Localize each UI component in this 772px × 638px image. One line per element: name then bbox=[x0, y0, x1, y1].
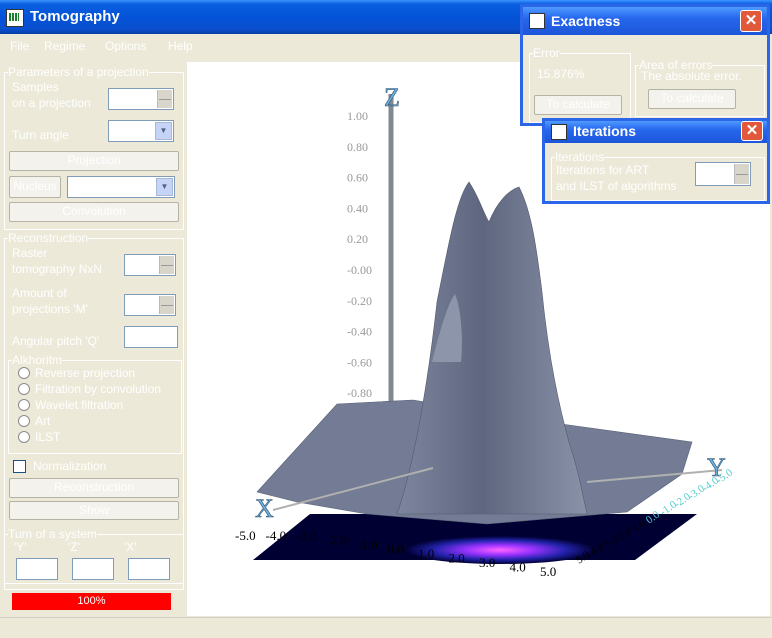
projection-legend: Parameters of a projection bbox=[8, 65, 149, 79]
menu-regime[interactable]: Regime bbox=[44, 39, 85, 53]
normalization-label: Normalization bbox=[33, 459, 107, 473]
algorithm-label: Wavelet filtration bbox=[35, 398, 124, 412]
chevron-down-icon: ▼ bbox=[156, 178, 173, 196]
menu-help[interactable]: Help bbox=[168, 39, 193, 53]
samples-label-2: on a projection bbox=[12, 96, 91, 110]
x-axis-label: X bbox=[255, 494, 274, 523]
algorithm-legend: Alkhoritm bbox=[12, 353, 63, 367]
area-errors-text: The absolute error. bbox=[641, 69, 742, 83]
tick-label: 0.20 bbox=[347, 232, 368, 246]
app-icon bbox=[551, 124, 567, 140]
turn-y-label: 'Y' bbox=[14, 540, 27, 554]
nucleus-combo[interactable]: ▼ bbox=[67, 176, 175, 198]
radio-ilst[interactable] bbox=[18, 431, 30, 443]
exactness-titlebar[interactable]: Exactness ✕ bbox=[523, 7, 767, 35]
turn-y-input[interactable] bbox=[16, 558, 58, 580]
calculate-error-button[interactable]: To calculate bbox=[534, 95, 622, 115]
show-button[interactable]: Show bbox=[9, 501, 179, 520]
tick-label: 0.0 bbox=[388, 542, 404, 557]
raster-spinner[interactable] bbox=[124, 254, 176, 276]
z-axis-label: Z bbox=[384, 83, 400, 112]
turn-angle-combo[interactable]: ▼ bbox=[108, 120, 174, 142]
iterations-titlebar[interactable]: Iterations ✕ bbox=[545, 121, 767, 143]
raster-label: Raster bbox=[12, 246, 48, 260]
iterations-legend: Iterations bbox=[555, 150, 605, 164]
turn-z-label: 'Z' bbox=[68, 540, 80, 554]
window-title: Tomography bbox=[30, 8, 120, 25]
radio-wavelet[interactable] bbox=[18, 399, 30, 411]
tick-label: 0.80 bbox=[347, 140, 368, 154]
tick-label: -0.80 bbox=[347, 386, 372, 400]
algorithm-label: Reverse projection bbox=[35, 366, 136, 380]
tick-label: 2.0 bbox=[449, 551, 465, 566]
chevron-down-icon: ▼ bbox=[155, 122, 172, 140]
tick-label: 4.0 bbox=[510, 560, 526, 575]
turn-system-legend: Turn of a system bbox=[8, 527, 97, 541]
iterations-title: Iterations bbox=[573, 123, 637, 139]
raster-label-2: tomography NxN bbox=[12, 262, 103, 276]
samples-spinner[interactable] bbox=[108, 88, 174, 110]
app-icon bbox=[529, 13, 545, 29]
tick-label: 1.00 bbox=[347, 109, 368, 123]
tick-label: 3.0 bbox=[479, 555, 495, 570]
progress-label: 100% bbox=[77, 595, 106, 607]
exactness-window: Exactness ✕ Error 15.876% To calculate A… bbox=[520, 4, 770, 126]
tick-label: -5.0 bbox=[235, 528, 256, 543]
app-icon bbox=[6, 9, 24, 27]
turn-x-input[interactable] bbox=[128, 558, 170, 580]
z-ticks: 1.00 0.80 0.60 0.40 0.20 -0.00 -0.20 -0.40 -0.60… bbox=[347, 109, 372, 400]
algorithm-label: Filtration by convolution bbox=[35, 382, 162, 396]
left-panel: Parameters of a projection Samples on a … bbox=[0, 58, 186, 616]
menu-file[interactable]: File bbox=[10, 39, 29, 53]
tick-label: -3.0 bbox=[296, 528, 317, 543]
tick-label: -0.20 bbox=[347, 294, 372, 308]
amount-label: Amount of bbox=[12, 286, 67, 300]
radio-reverse-projection[interactable] bbox=[18, 367, 30, 379]
radio-art[interactable] bbox=[18, 415, 30, 427]
tick-label: -0.40 bbox=[347, 325, 372, 339]
exactness-title: Exactness bbox=[551, 13, 621, 29]
turn-z-input[interactable] bbox=[72, 558, 114, 580]
progress-bar: 100% bbox=[12, 593, 171, 610]
pitch-label: Angular pitch 'Q' bbox=[12, 334, 100, 348]
tick-label: -4.0 bbox=[266, 528, 287, 543]
iterations-spinner[interactable] bbox=[695, 162, 751, 186]
amount-label-2: projections 'M' bbox=[12, 302, 88, 316]
error-legend: Error bbox=[533, 46, 560, 60]
menu-options[interactable]: Options bbox=[105, 39, 146, 53]
reconstruction-button[interactable]: Reconstruction bbox=[9, 478, 179, 498]
normalization-checkbox[interactable] bbox=[13, 460, 26, 473]
turn-x-label: 'X' bbox=[124, 540, 137, 554]
algorithm-label: ILST bbox=[35, 430, 61, 444]
tick-label: -0.60 bbox=[347, 355, 372, 369]
nucleus-button[interactable]: Nucleus bbox=[9, 176, 61, 198]
radio-filtration-convolution[interactable] bbox=[18, 383, 30, 395]
iterations-window: Iterations ✕ Iterations Iterations for A… bbox=[542, 118, 770, 204]
algorithm-label: Art bbox=[35, 414, 51, 428]
tick-label: 5.0 bbox=[540, 564, 556, 579]
projection-button[interactable]: Projection bbox=[9, 151, 179, 171]
convolution-button[interactable]: Convolution bbox=[9, 202, 179, 222]
reconstruction-legend: Reconstruction bbox=[8, 231, 89, 245]
turn-angle-label: Turn angle bbox=[12, 128, 69, 142]
calculate-area-button[interactable]: To calculate bbox=[648, 89, 736, 109]
surface-peak bbox=[396, 181, 588, 515]
tick-label: 1.0 bbox=[418, 546, 434, 561]
tick-label: 0.40 bbox=[347, 201, 368, 215]
iterations-label-2: and ILST of algorithms bbox=[556, 179, 677, 193]
projections-spinner[interactable] bbox=[124, 294, 176, 316]
status-bar bbox=[0, 617, 772, 638]
pitch-input[interactable] bbox=[124, 326, 178, 348]
tick-label: -0.00 bbox=[347, 263, 372, 277]
error-value: 15.876% bbox=[537, 67, 585, 81]
tick-label: -2.0 bbox=[327, 533, 348, 548]
samples-label: Samples bbox=[12, 80, 59, 94]
tick-label: -1.0 bbox=[357, 537, 378, 552]
close-icon[interactable]: ✕ bbox=[740, 10, 762, 32]
tick-label: 0.60 bbox=[347, 171, 368, 185]
close-icon[interactable]: ✕ bbox=[741, 121, 763, 141]
iterations-label: Iterations for ART bbox=[556, 163, 650, 177]
